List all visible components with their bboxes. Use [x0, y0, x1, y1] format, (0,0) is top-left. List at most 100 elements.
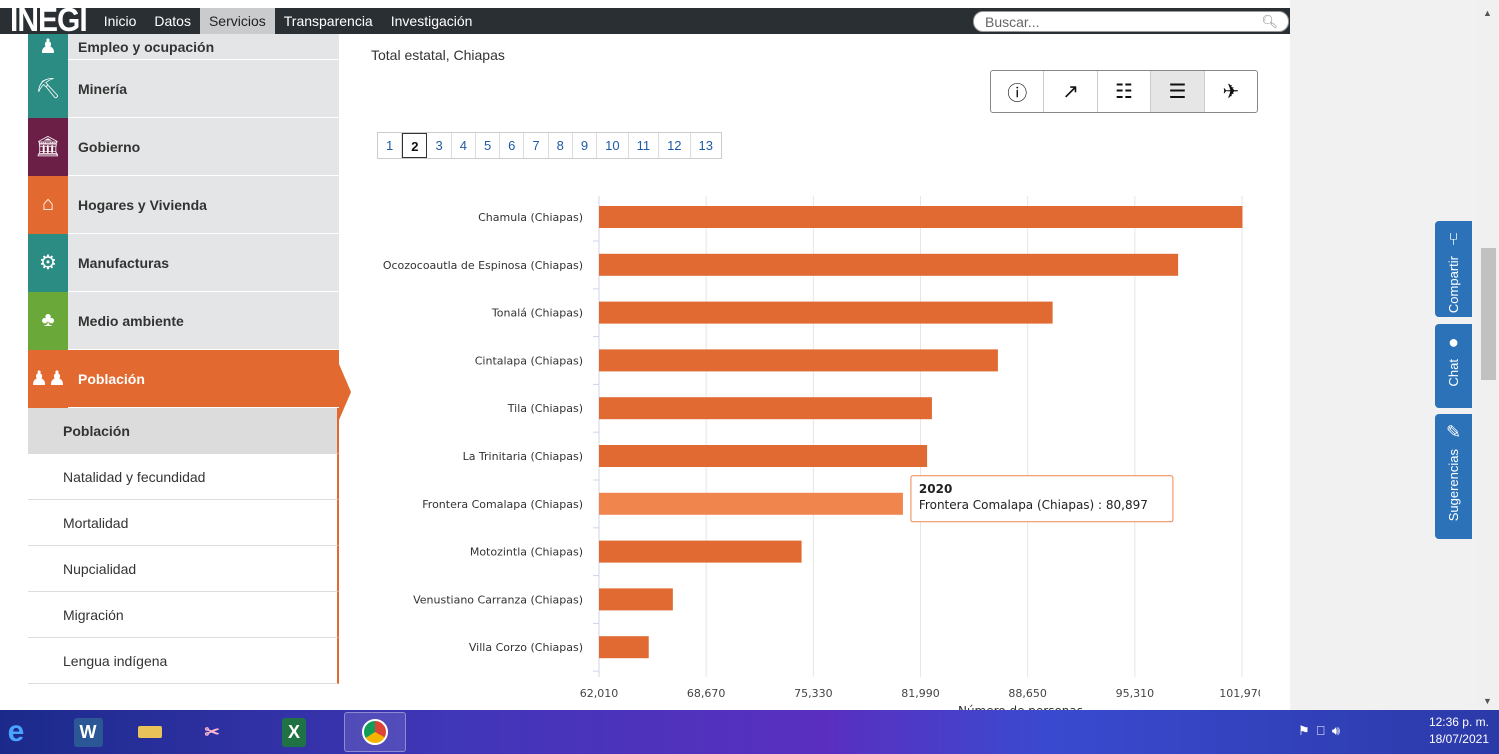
government-building-icon: 🏛︎	[28, 117, 68, 176]
chart-subtitle: Total estatal, Chiapas	[371, 47, 505, 63]
category-label: Empleo y ocupación	[78, 38, 215, 55]
subitem-poblacion[interactable]: Población	[28, 408, 339, 454]
ie-icon[interactable]: e	[0, 712, 44, 752]
category-empleo[interactable]: ♟ Empleo y ocupación	[28, 34, 339, 60]
nav-servicios[interactable]: Servicios	[199, 8, 275, 34]
clock[interactable]: 12:36 p. m. 18/07/2021	[1429, 714, 1489, 748]
bar[interactable]	[599, 492, 903, 515]
category-label: Frontera Comalapa (Chiapas)	[422, 498, 583, 511]
page-10[interactable]: 10	[597, 133, 629, 158]
share-tab-label: Compartir	[1446, 256, 1461, 314]
edit-icon: ✎	[1445, 422, 1462, 442]
bar[interactable]	[599, 588, 673, 611]
nav-datos[interactable]: Datos	[145, 8, 200, 34]
category-label: Población	[78, 370, 145, 387]
search-input[interactable]: Buscar... 🔍︎	[973, 11, 1289, 32]
taskbar: e W ✂ X ⚑ ⎕ 🔊︎ 12:36 p. m. 18/07/2021	[0, 710, 1499, 754]
page-4[interactable]: 4	[452, 133, 476, 158]
nav-transparencia[interactable]: Transparencia	[275, 8, 382, 34]
page-6[interactable]: 6	[500, 133, 525, 158]
page-3[interactable]: 3	[427, 133, 452, 158]
category-label: Gobierno	[78, 138, 141, 155]
page-2[interactable]: 2	[402, 133, 428, 158]
chat-icon: ●	[1448, 332, 1459, 352]
bar[interactable]	[599, 349, 998, 372]
page-13[interactable]: 13	[691, 133, 721, 158]
bar[interactable]	[599, 206, 1243, 228]
x-tick-label: 88,650	[1008, 687, 1047, 700]
inegi-logo[interactable]: INEGI	[0, 4, 95, 37]
category-label: Ocozocoautla de Espinosa (Chiapas)	[383, 259, 583, 272]
category-label: Manufacturas	[78, 254, 170, 271]
scroll-down-icon[interactable]: ▼	[1483, 696, 1492, 706]
chrome-icon[interactable]	[344, 712, 406, 752]
page-7[interactable]: 7	[524, 133, 549, 158]
share-icon: ⑂	[1448, 229, 1459, 249]
excel-icon[interactable]: X	[266, 712, 322, 752]
category-poblacion[interactable]: ♟♟ Población	[28, 349, 339, 408]
bar[interactable]	[599, 540, 802, 563]
x-tick-label: 62,010	[580, 687, 619, 700]
nav-inicio[interactable]: Inicio	[95, 8, 146, 34]
bar[interactable]	[599, 445, 928, 467]
subitem-mortalidad[interactable]: Mortalidad	[28, 500, 339, 546]
explorer-icon[interactable]	[122, 712, 178, 752]
bar[interactable]	[599, 253, 1179, 276]
bar[interactable]	[599, 301, 1053, 324]
category-manufacturas[interactable]: ⚙ Manufacturas	[28, 233, 339, 292]
tooltip-text: Frontera Comalapa (Chiapas) : 80,897	[919, 498, 1148, 512]
share-tab[interactable]: ⑂ Compartir	[1435, 221, 1472, 317]
bar[interactable]	[599, 397, 932, 420]
pagination: 1 2 3 4 5 6 7 8 9 10 11 12 13	[377, 132, 723, 159]
category-hogares[interactable]: ⌂ Hogares y Vivienda	[28, 175, 339, 234]
scroll-up-icon[interactable]: ▲	[1483, 8, 1492, 18]
table-icon[interactable]: ☷	[1098, 71, 1152, 112]
snipping-tool-icon[interactable]: ✂	[184, 712, 240, 752]
subitem-lengua[interactable]: Lengua indígena	[28, 638, 339, 684]
view-toolbar: ⓘ ↗ ☷ ☰ ✈	[990, 70, 1258, 113]
subitem-migracion[interactable]: Migración	[28, 592, 339, 638]
category-medio-ambiente[interactable]: ♣ Medio ambiente	[28, 291, 339, 350]
category-label: Hogares y Vivienda	[78, 196, 207, 213]
scroll-thumb[interactable]	[1481, 248, 1496, 380]
bar-chart: 62,010 68,670 75,330 81,990 88,650 95,310 101,…	[383, 196, 1260, 710]
search-placeholder: Buscar...	[985, 14, 1040, 30]
search-icon[interactable]: 🔍︎	[1261, 14, 1278, 30]
nav-investigacion[interactable]: Investigación	[382, 8, 482, 34]
tooltip-title: 2020	[919, 482, 952, 496]
category-gobierno[interactable]: 🏛︎ Gobierno	[28, 117, 339, 176]
category-label: Venustiano Carranza (Chiapas)	[413, 593, 583, 606]
manufacturing-icon: ⚙	[28, 233, 68, 292]
x-tick-label: 101,970	[1219, 687, 1260, 700]
map-icon[interactable]: ✈	[1205, 71, 1257, 112]
category-mineria[interactable]: ⛏ Minería	[28, 59, 339, 118]
page-12[interactable]: 12	[659, 133, 691, 158]
info-icon[interactable]: ⓘ	[991, 71, 1045, 112]
active-category-pointer	[339, 364, 351, 420]
bar-chart-icon[interactable]: ☰	[1151, 71, 1205, 112]
category-label: Tonalá (Chiapas)	[491, 307, 583, 320]
suggestions-tab[interactable]: ✎ Sugerencias	[1435, 414, 1472, 539]
word-icon[interactable]: W	[60, 712, 116, 752]
page-11[interactable]: 11	[629, 133, 660, 158]
page-scrollbar[interactable]: ▲ ▼	[1478, 0, 1499, 710]
category-label: Medio ambiente	[78, 312, 184, 329]
chat-tab[interactable]: ● Chat	[1435, 324, 1472, 408]
category-label: Minería	[78, 80, 128, 97]
chat-tab-label: Chat	[1446, 359, 1461, 387]
clock-date: 18/07/2021	[1428, 732, 1489, 746]
category-label: Chamula (Chiapas)	[478, 211, 583, 224]
page-1[interactable]: 1	[378, 133, 403, 158]
bar[interactable]	[599, 636, 649, 659]
page-8[interactable]: 8	[549, 133, 573, 158]
page-5[interactable]: 5	[476, 133, 501, 158]
subitem-nupcialidad[interactable]: Nupcialidad	[28, 546, 339, 592]
clock-time: 12:36 p. m.	[1428, 715, 1489, 729]
subitem-natalidad[interactable]: Natalidad y fecundidad	[28, 454, 339, 500]
category-label: Tila (Chiapas)	[507, 402, 583, 415]
page-9[interactable]: 9	[573, 133, 598, 158]
x-tick-label: 68,670	[687, 687, 726, 700]
line-chart-icon[interactable]: ↗	[1044, 71, 1098, 112]
worker-icon: ♟	[28, 34, 68, 60]
tray-icons[interactable]: ⚑ ⎕ 🔊︎	[1298, 723, 1340, 739]
